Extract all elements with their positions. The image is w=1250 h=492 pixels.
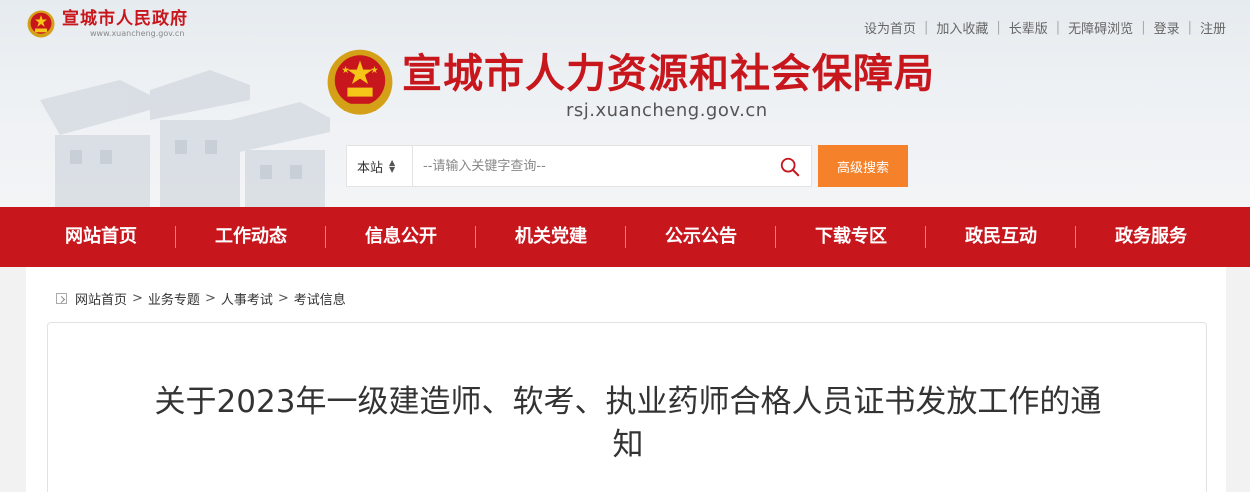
site-header: 宣城市人民政府 www.xuancheng.gov.cn 设为首页 | 加入收藏… — [0, 0, 1250, 207]
search-icon[interactable] — [779, 156, 801, 178]
breadcrumb-exam-info[interactable]: 考试信息 — [294, 289, 346, 308]
search-scope-label: 本站 — [357, 160, 384, 176]
location-icon — [56, 293, 67, 304]
search-input[interactable] — [413, 146, 773, 186]
breadcrumb-home[interactable]: 网站首页 — [75, 289, 127, 308]
article-panel: 关于2023年一级建造师、软考、执业药师合格人员证书发放工作的通知 — [47, 322, 1207, 492]
article-title: 关于2023年一级建造师、软考、执业药师合格人员证书发放工作的通知 — [154, 384, 1102, 463]
top-links: 设为首页 | 加入收藏 | 长辈版 | 无障碍浏览 | 登录 | 注册 — [864, 18, 1226, 37]
top-logo-name: 宣城市人民政府 — [62, 8, 188, 29]
elder-version-link[interactable]: 长辈版 — [1009, 18, 1048, 37]
divider: | — [1055, 20, 1061, 35]
nav-item-party-building[interactable]: 机关党建 — [476, 207, 626, 267]
breadcrumb-business-topics[interactable]: 业务专题 — [148, 289, 200, 308]
divider: | — [1187, 20, 1192, 35]
site-brand: 宣城市人力资源和社会保障局 rsj.xuancheng.gov.cn — [324, 48, 935, 121]
content-area: 网站首页 > 业务专题 > 人事考试 > 考试信息 关于2023年一级建造师、软… — [26, 267, 1226, 492]
nav-item-info-disclosure[interactable]: 信息公开 — [326, 207, 476, 267]
sort-arrows-icon: ▲ ▼ — [389, 158, 396, 174]
search-box — [412, 145, 812, 187]
breadcrumb-separator: > — [132, 291, 143, 306]
breadcrumb-personnel-exams[interactable]: 人事考试 — [221, 289, 273, 308]
top-logo-url: www.xuancheng.gov.cn — [90, 28, 185, 38]
search-scope-select[interactable]: 本站 ▲ ▼ — [346, 145, 412, 187]
login-link[interactable]: 登录 — [1154, 18, 1180, 37]
breadcrumb-separator: > — [204, 291, 216, 306]
search-bar: 本站 ▲▼ 高级搜索 — [346, 145, 908, 187]
main-nav: 网站首页 工作动态 信息公开 机关党建 公示公告 下载专区 政民互动 政务服务 — [0, 207, 1250, 267]
site-url: rsj.xuancheng.gov.cn — [566, 100, 768, 121]
accessibility-link[interactable]: 无障碍浏览 — [1068, 18, 1133, 37]
divider: | — [996, 20, 1001, 35]
set-homepage-link[interactable]: 设为首页 — [864, 18, 916, 37]
breadcrumb-separator: > — [277, 291, 289, 306]
national-emblem-icon — [327, 49, 393, 115]
divider: | — [923, 20, 929, 35]
national-emblem-icon — [27, 10, 55, 38]
nav-item-services[interactable]: 政务服务 — [1076, 207, 1226, 267]
nav-item-work-news[interactable]: 工作动态 — [176, 207, 326, 267]
nav-item-announcements[interactable]: 公示公告 — [626, 207, 776, 267]
register-link[interactable]: 注册 — [1200, 18, 1226, 37]
site-title: 宣城市人力资源和社会保障局 — [402, 51, 935, 97]
divider: | — [1141, 20, 1146, 35]
advanced-search-button[interactable]: 高级搜索 — [818, 145, 908, 187]
nav-item-downloads[interactable]: 下载专区 — [776, 207, 926, 267]
add-favorite-link[interactable]: 加入收藏 — [936, 18, 988, 37]
nav-item-interaction[interactable]: 政民互动 — [926, 207, 1076, 267]
nav-item-home[interactable]: 网站首页 — [26, 207, 176, 267]
breadcrumb: 网站首页 > 业务专题 > 人事考试 > 考试信息 — [56, 289, 346, 308]
top-logo[interactable]: 宣城市人民政府 www.xuancheng.gov.cn — [26, 9, 188, 39]
